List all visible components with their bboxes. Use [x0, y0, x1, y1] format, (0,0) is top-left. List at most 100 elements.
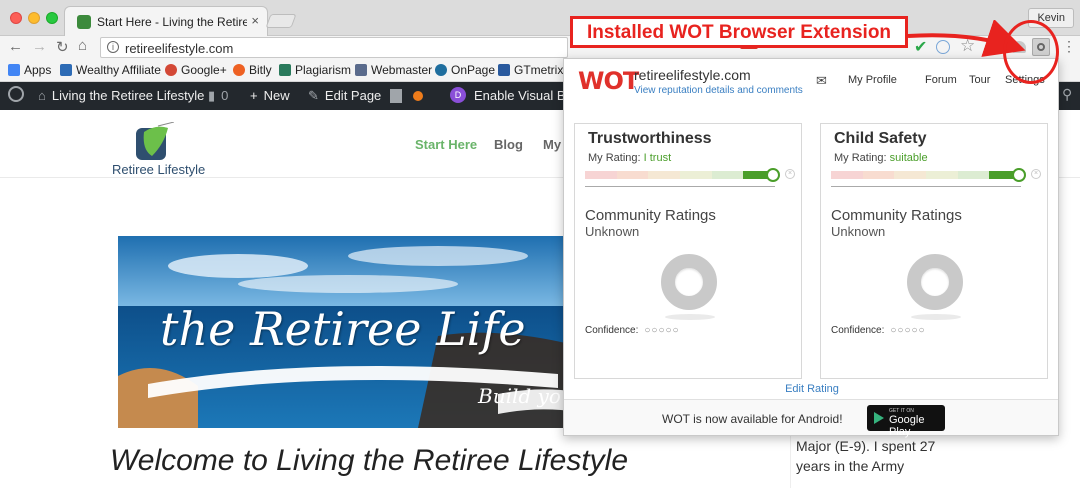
- edit-rating-link[interactable]: Edit Rating: [564, 383, 1060, 395]
- clear-rating-icon[interactable]: ×: [785, 169, 795, 179]
- my-rating-value: suitable: [889, 152, 928, 164]
- site-logo-text[interactable]: Retiree Lifestyle: [112, 162, 205, 177]
- bookmark-label: Bitly: [249, 63, 272, 77]
- plagiarism-icon: [279, 64, 291, 76]
- bookmark-label: OnPage: [451, 63, 496, 77]
- mail-icon[interactable]: ✉: [816, 73, 827, 89]
- rating-divider: [831, 186, 1021, 187]
- clear-rating-icon[interactable]: ×: [1031, 169, 1041, 179]
- annotation-callout: Installed WOT Browser Extension: [570, 16, 908, 48]
- rating-slider[interactable]: [831, 171, 1022, 179]
- my-rating: My Rating: I trust: [588, 152, 671, 164]
- annotation-text: Installed WOT Browser Extension: [586, 22, 892, 43]
- bookmark-gtmetrix[interactable]: GTmetrix: [498, 63, 563, 77]
- rating-knob[interactable]: [1012, 168, 1026, 182]
- wp-comments[interactable]: ▮ 0: [208, 88, 228, 104]
- webmaster-icon: [355, 64, 367, 76]
- bookmark-onpage[interactable]: OnPage: [435, 63, 495, 77]
- wot-domain: retireelifestyle.com: [634, 67, 751, 83]
- bookmark-label: Wealthy Affiliate: [76, 63, 161, 77]
- site-logo-icon[interactable]: [134, 121, 175, 162]
- hero-image: the Retiree Life Build yo: [118, 236, 578, 428]
- community-ratings-title: Community Ratings: [585, 207, 716, 224]
- bookmark-plagiarism[interactable]: Plagiarism: [279, 63, 351, 77]
- sidebar-divider: [790, 428, 791, 488]
- tab-close-icon[interactable]: ×: [251, 13, 259, 28]
- confidence-dots: ○○○○○: [644, 325, 680, 336]
- wot-nav-tour[interactable]: Tour: [969, 74, 990, 86]
- site-info-icon[interactable]: i: [107, 41, 119, 53]
- rating-slider[interactable]: [585, 171, 776, 179]
- bookmark-webmaster[interactable]: Webmaster: [355, 63, 432, 77]
- community-ratings-title: Community Ratings: [831, 207, 962, 224]
- address-bar-url: retireelifestyle.com: [125, 41, 234, 56]
- bookmark-bitly[interactable]: Bitly: [233, 63, 272, 77]
- wp-site-name[interactable]: ⌂ Living the Retiree Lifestyle: [38, 88, 204, 103]
- maximize-window-button[interactable]: [46, 12, 58, 24]
- minimize-window-button[interactable]: [28, 12, 40, 24]
- sidebar-text: Major (E-9). I spent 27 years in the Arm…: [796, 436, 996, 476]
- reload-icon[interactable]: ↻: [56, 38, 69, 56]
- apps-grid-icon: [8, 64, 20, 76]
- wp-edit-label: Edit Page: [324, 88, 382, 103]
- wot-nav-my-profile[interactable]: My Profile: [848, 74, 897, 86]
- bookmark-label: Webmaster: [371, 63, 433, 77]
- chrome-menu-icon[interactable]: ⋮: [1062, 38, 1076, 55]
- my-rating-value: I trust: [643, 152, 672, 164]
- wp-search-icon[interactable]: ⚲: [1062, 86, 1072, 103]
- yoast-seo-icon[interactable]: [390, 89, 402, 103]
- wp-new[interactable]: + New: [250, 88, 290, 103]
- google-play-button[interactable]: GET IT ON Google Play: [867, 405, 945, 438]
- card-title: Trustworthiness: [588, 130, 712, 147]
- sidebar-line: Major (E-9). I spent 27: [796, 438, 936, 454]
- view-reputation-link[interactable]: View reputation details and comments: [634, 85, 803, 96]
- wealthy-affiliate-icon: [60, 64, 72, 76]
- comment-bubble-icon: ▮: [208, 88, 216, 103]
- browser-tab-active[interactable]: Start Here - Living the Retiree ×: [64, 6, 268, 36]
- menu-my[interactable]: My: [543, 137, 561, 152]
- wp-site-name-label: Living the Retiree Lifestyle: [51, 88, 205, 103]
- bookmark-label: Apps: [24, 63, 52, 77]
- bookmark-apps[interactable]: Apps: [8, 63, 51, 77]
- confidence: Confidence: ○○○○○: [831, 325, 926, 336]
- site-favicon-icon: [77, 15, 91, 29]
- sidebar-line: years in the Army: [796, 458, 905, 474]
- wot-extension-popup: WOT retireelifestyle.com View reputation…: [563, 58, 1060, 438]
- google-play-icon: [874, 412, 884, 424]
- menu-blog[interactable]: Blog: [494, 137, 523, 152]
- page-title: Welcome to Living the Retiree Lifestyle: [110, 444, 629, 477]
- bookmark-google-plus[interactable]: Google+: [165, 63, 227, 77]
- divi-icon: D: [450, 87, 466, 103]
- hero-title: the Retiree Life: [160, 302, 526, 356]
- donut-shadow: [911, 314, 961, 320]
- onpage-icon: [435, 64, 447, 76]
- bookmark-wealthy-affiliate[interactable]: Wealthy Affiliate: [60, 63, 161, 77]
- menu-start-here[interactable]: Start Here: [415, 137, 477, 152]
- home-icon: ⌂: [38, 88, 46, 103]
- card-title: Child Safety: [834, 130, 927, 147]
- home-icon[interactable]: ⌂: [78, 37, 87, 54]
- bookmark-label: Plagiarism: [295, 63, 352, 77]
- community-status: Unknown: [831, 224, 886, 239]
- seo-score-indicator: [413, 91, 423, 101]
- close-window-button[interactable]: [10, 12, 22, 24]
- donut-shadow: [665, 314, 715, 320]
- wot-nav-forum[interactable]: Forum: [925, 74, 957, 86]
- trustworthiness-card: Trustworthiness My Rating: I trust × Com…: [574, 123, 802, 379]
- tab-title: Start Here - Living the Retiree: [97, 15, 247, 29]
- wot-logo[interactable]: WOT: [578, 67, 639, 95]
- child-safety-card: Child Safety My Rating: suitable × Commu…: [820, 123, 1048, 379]
- hero-subtitle: Build yo: [478, 384, 561, 408]
- forward-arrow-icon[interactable]: →: [32, 38, 47, 55]
- rating-divider: [585, 186, 775, 187]
- wp-edit-page[interactable]: ✎ Edit Page: [308, 88, 381, 104]
- address-bar[interactable]: i retireelifestyle.com: [100, 37, 568, 58]
- google-play-label: Google Play: [889, 414, 925, 438]
- wordpress-logo-icon[interactable]: [8, 86, 24, 102]
- wot-footer: WOT is now available for Android! GET IT…: [564, 399, 1058, 438]
- new-tab-button[interactable]: [265, 14, 297, 28]
- rating-knob[interactable]: [766, 168, 780, 182]
- back-arrow-icon[interactable]: ←: [8, 38, 23, 55]
- plus-icon: +: [250, 88, 258, 103]
- wp-visual-builder[interactable]: D Enable Visual Buil: [450, 87, 579, 103]
